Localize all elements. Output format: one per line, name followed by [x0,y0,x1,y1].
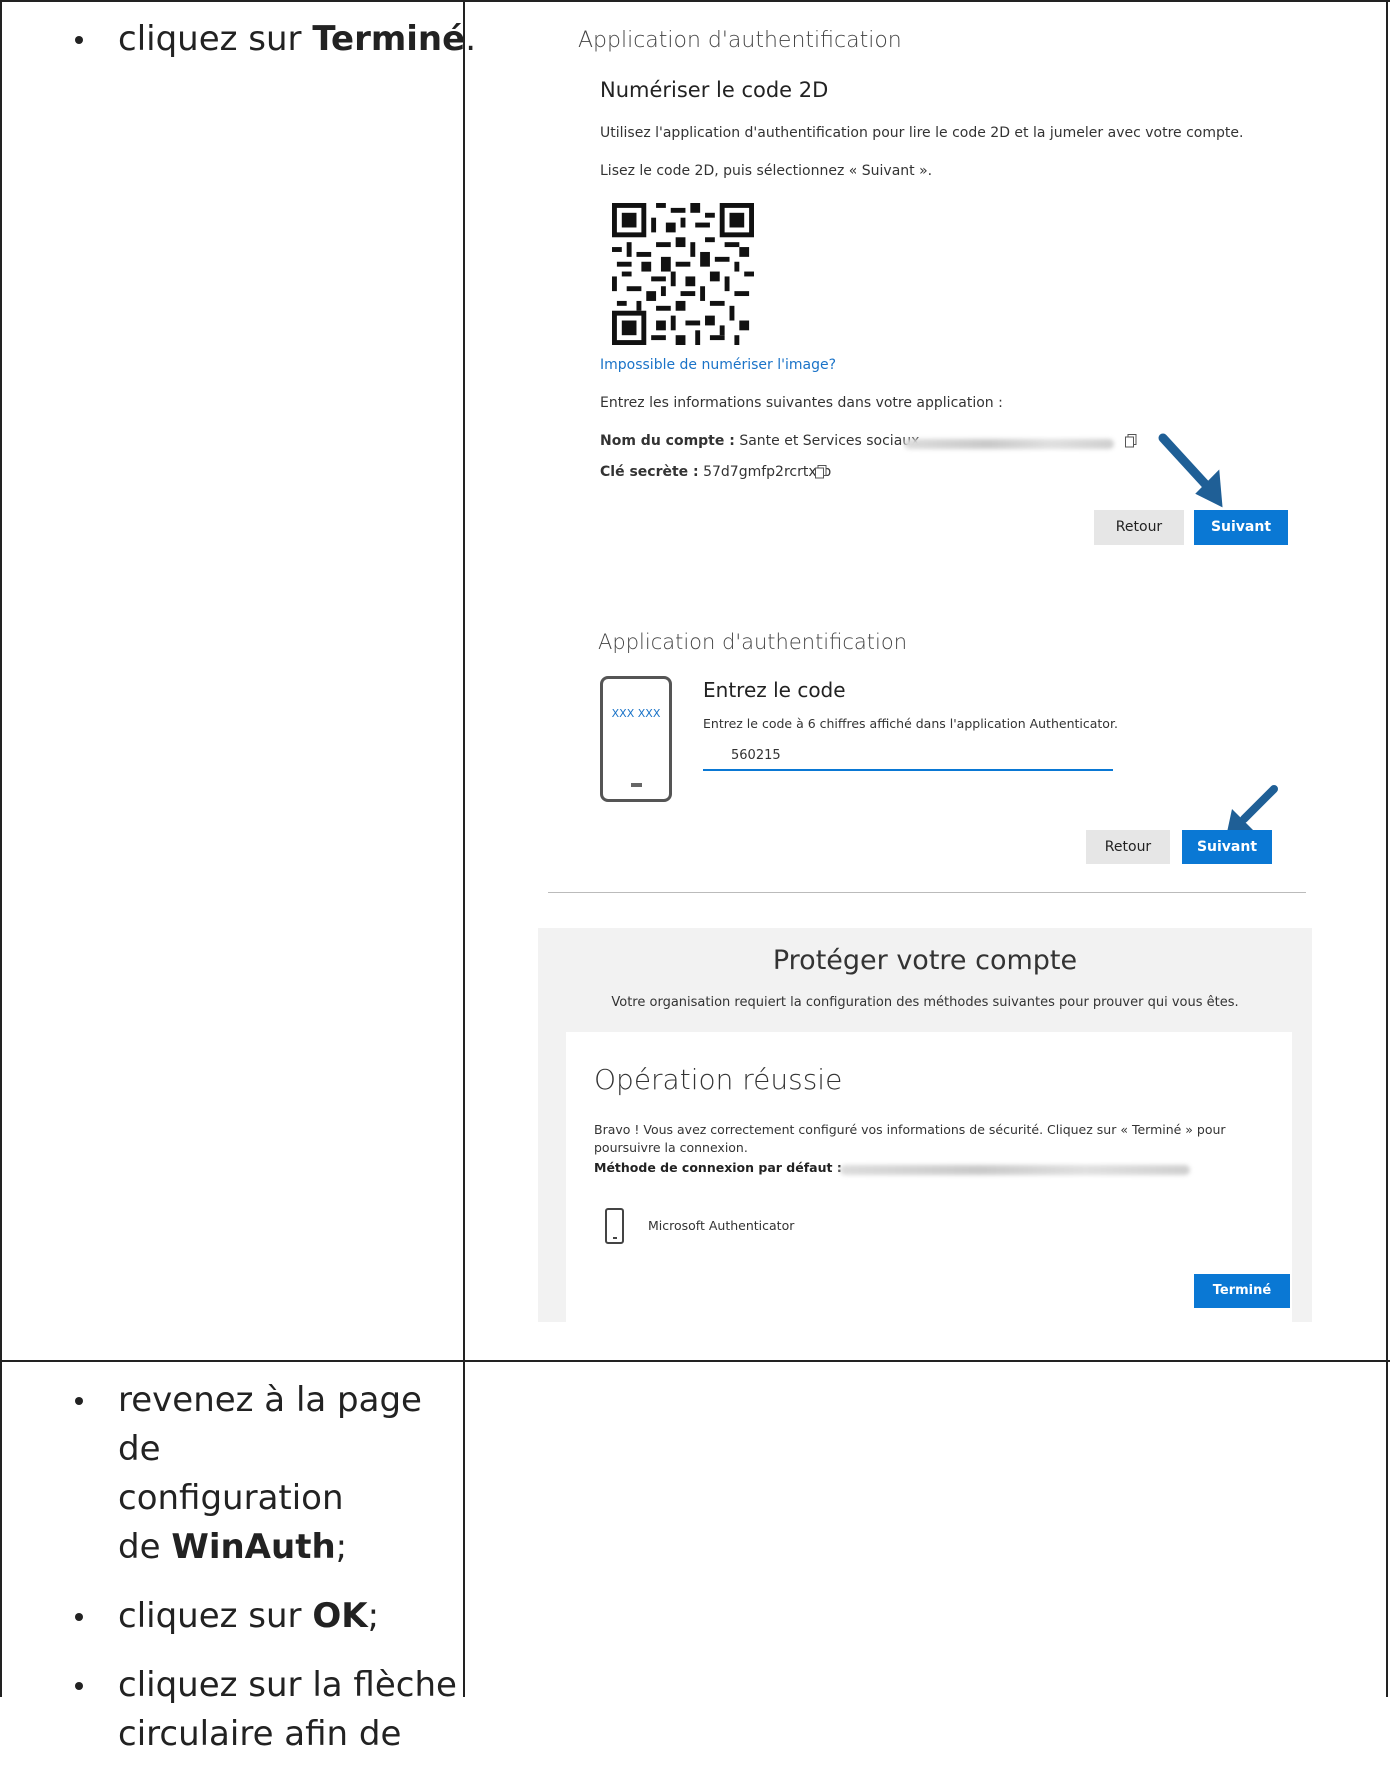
account-name-row: Nom du compte : Sante et Services sociau… [600,433,919,449]
panel1-info: Entrez les informations suivantes dans v… [600,395,1003,411]
panel2-header: Application d'authentification [598,630,908,654]
copy-icon[interactable] [815,465,827,479]
instructions-bottom: revenez à la page de configuration de WinA… [70,1376,470,1779]
qr-code-image [612,203,754,345]
default-method-label: Méthode de connexion par défaut : [594,1160,842,1175]
phone-code-text: XXX XXX [611,707,661,720]
protect-subtitle: Votre organisation requiert la configura… [611,995,1239,1010]
next-button[interactable]: Suivant [1194,510,1288,545]
panel1-header: Application d'authentification [578,28,902,53]
success-title: Opération réussie [594,1063,843,1096]
back-button[interactable]: Retour [1086,830,1170,864]
code-input-value: 560215 [731,748,781,763]
cant-scan-link[interactable]: Impossible de numériser l'image? [600,357,836,373]
instruction-click-done: cliquez sur Terminé. [70,15,476,64]
panel2-desc: Entrez le code à 6 chiffres affiché dans… [703,716,1118,731]
protect-title: Protéger votre compte [772,945,1078,976]
secret-key-label: Clé secrète : [600,464,699,480]
instructions-top: cliquez sur Terminé. [70,15,476,84]
phone-illustration: XXX XXX [600,676,672,802]
code-input[interactable]: 560215 [703,743,1113,771]
next-button[interactable]: Suivant [1182,830,1272,864]
account-name-redacted [904,439,1114,449]
panel1-desc2: Lisez le code 2D, puis sélectionnez « Su… [600,163,933,179]
table-border-left [0,0,2,1697]
arrow-pointer-icon [1158,433,1223,508]
account-name-label: Nom du compte : [600,433,735,449]
panel1-title: Numériser le code 2D [600,78,829,102]
back-button[interactable]: Retour [1094,510,1184,545]
table-border-right [1386,0,1388,1697]
table-row-divider [0,1360,1390,1362]
instruction-return-winauth: revenez à la page de configuration de WinA… [70,1376,470,1572]
panel1-desc1: Utilisez l'application d'authentificatio… [600,125,1244,141]
phone-home-button [631,783,642,787]
table-border-top [0,0,1390,2]
section-divider [548,892,1306,893]
secret-key-value: 57d7gmfp2rcrtxrb [703,464,832,480]
phone-icon [605,1208,624,1244]
panel2-title: Entrez le code [703,678,846,702]
account-name-value: Sante et Services sociaux [739,433,920,449]
method-name: Microsoft Authenticator [648,1218,795,1233]
instruction-click-ok: cliquez sur OK; [70,1592,470,1641]
success-text-line2: poursuivre la connexion. [594,1140,748,1155]
instruction-click-arrow: cliquez sur la flèche circulaire afin de [70,1661,470,1759]
protect-header-area [538,928,1312,1032]
default-method-redacted [840,1165,1190,1175]
copy-icon[interactable] [1125,434,1137,448]
success-text-line1: Bravo ! Vous avez correctement configuré… [594,1122,1226,1137]
done-button[interactable]: Terminé [1194,1274,1290,1308]
secret-key-row: Clé secrète : 57d7gmfp2rcrtxrb [600,464,831,480]
